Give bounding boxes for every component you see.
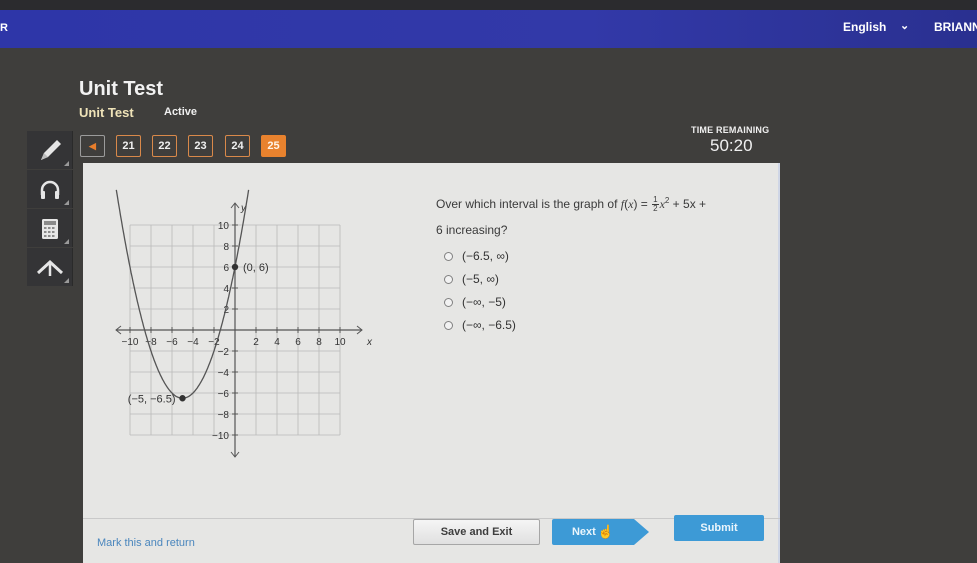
pencil-tool-button[interactable] xyxy=(27,131,73,169)
mark-and-return-link[interactable]: Mark this and return xyxy=(97,537,195,549)
x-tick-label: 8 xyxy=(316,337,322,348)
calculator-tool-button[interactable] xyxy=(27,209,73,247)
timer-value: 50:20 xyxy=(710,136,753,155)
next-label: Next xyxy=(571,526,596,538)
y-tick-label: −2 xyxy=(218,347,230,358)
expand-corner xyxy=(64,161,69,166)
fraction-denominator: 2 xyxy=(653,204,658,214)
x-axis-label: x xyxy=(366,337,373,348)
expand-corner xyxy=(64,200,69,205)
data-point xyxy=(179,395,186,402)
x-tick-label: 10 xyxy=(334,337,346,348)
question-rest: + 5x + xyxy=(669,197,707,211)
pencil-icon xyxy=(41,140,61,160)
graph-axes: xy xyxy=(115,202,373,458)
x-tick-label: 4 xyxy=(274,337,280,348)
y-tick-label: −4 xyxy=(218,368,230,379)
option-label: (−5, ∞) xyxy=(462,272,499,286)
question-nav-22[interactable]: 22 xyxy=(152,135,177,157)
question-line2: 6 increasing? xyxy=(436,223,508,237)
y-tick-label: 6 xyxy=(223,263,229,274)
answer-option-3[interactable]: (−∞, −5) xyxy=(444,294,506,310)
expand-corner xyxy=(64,278,69,283)
next-button[interactable]: Next ☝ xyxy=(552,519,649,545)
y-tick-label: −10 xyxy=(212,431,229,442)
arrow-up-icon xyxy=(36,259,64,276)
answer-option-1[interactable]: (−6.5, ∞) xyxy=(444,248,509,264)
x-tick-label: −6 xyxy=(166,337,178,348)
headphones-tool-button[interactable] xyxy=(27,170,73,208)
answer-option-2[interactable]: (−5, ∞) xyxy=(444,271,499,287)
hand-cursor-icon: ☝ xyxy=(597,524,615,539)
fraction: 12 xyxy=(652,196,659,214)
chevron-down-icon[interactable]: ⌄ xyxy=(900,19,909,32)
option-label: (−6.5, ∞) xyxy=(462,249,509,263)
x-tick-label: 2 xyxy=(253,337,259,348)
radio-button[interactable] xyxy=(444,320,453,330)
question-nav-21[interactable]: 21 xyxy=(116,135,141,157)
y-tick-label: −8 xyxy=(218,410,230,421)
caret-left-icon: ◀ xyxy=(89,140,96,151)
x-tick-label: −10 xyxy=(122,337,139,348)
status-badge: Active xyxy=(164,106,198,118)
y-tick-label: 8 xyxy=(223,242,229,253)
graph-ticks: −10 −8 −6 −4 −2 2 4 6 8 10108642−2−4−6−8−10 xyxy=(122,221,346,442)
calculator-icon xyxy=(42,219,58,239)
function-graph: xy −10 −8 −6 −4 −2 2 4 6 8 10108642−2−4−6−8−10 (0… xyxy=(115,189,373,458)
submit-button[interactable]: Submit xyxy=(674,515,764,541)
breadcrumb-course[interactable]: Unit Test xyxy=(79,105,134,120)
radio-button[interactable] xyxy=(444,251,453,261)
x-tick-label: −4 xyxy=(187,337,199,348)
previous-question-button[interactable]: ◀ xyxy=(80,135,105,157)
app-header: R English ⌄ BRIANNA xyxy=(0,10,977,48)
y-tick-label: 10 xyxy=(218,221,230,232)
radio-button[interactable] xyxy=(444,274,453,284)
option-label: (−∞, −6.5) xyxy=(462,318,516,332)
graph-points: (0, 6) (−5, −6.5) xyxy=(128,262,269,405)
question-text: Over which interval is the graph of f(x)… xyxy=(436,195,707,237)
language-selector[interactable]: English xyxy=(843,20,886,34)
headphones-icon xyxy=(40,180,60,199)
reference-tool-button[interactable] xyxy=(27,248,73,286)
question-nav-24[interactable]: 24 xyxy=(225,135,250,157)
save-and-exit-button[interactable]: Save and Exit xyxy=(413,519,540,545)
header-left-glyph: R xyxy=(0,22,8,34)
function-name: f xyxy=(620,197,625,211)
option-label: (−∞, −5) xyxy=(462,295,506,309)
point-label: (0, 6) xyxy=(243,262,269,274)
point-label: (−5, −6.5) xyxy=(128,393,176,405)
x-tick-label: 6 xyxy=(295,337,301,348)
user-name[interactable]: BRIANNA xyxy=(934,20,977,34)
question-nav-23[interactable]: 23 xyxy=(188,135,213,157)
question-nav-25[interactable]: 25 xyxy=(261,135,286,157)
radio-button[interactable] xyxy=(444,297,453,307)
y-tick-label: −6 xyxy=(218,389,230,400)
answer-option-4[interactable]: (−∞, −6.5) xyxy=(444,317,516,333)
y-tick-label: 4 xyxy=(223,284,229,295)
timer-label: TIME REMAINING xyxy=(691,125,770,135)
expand-corner xyxy=(64,239,69,244)
data-point xyxy=(231,263,239,271)
question-prefix: Over which interval is the graph of xyxy=(436,197,621,211)
page-title: Unit Test xyxy=(79,78,164,100)
function-var: x xyxy=(628,197,634,211)
